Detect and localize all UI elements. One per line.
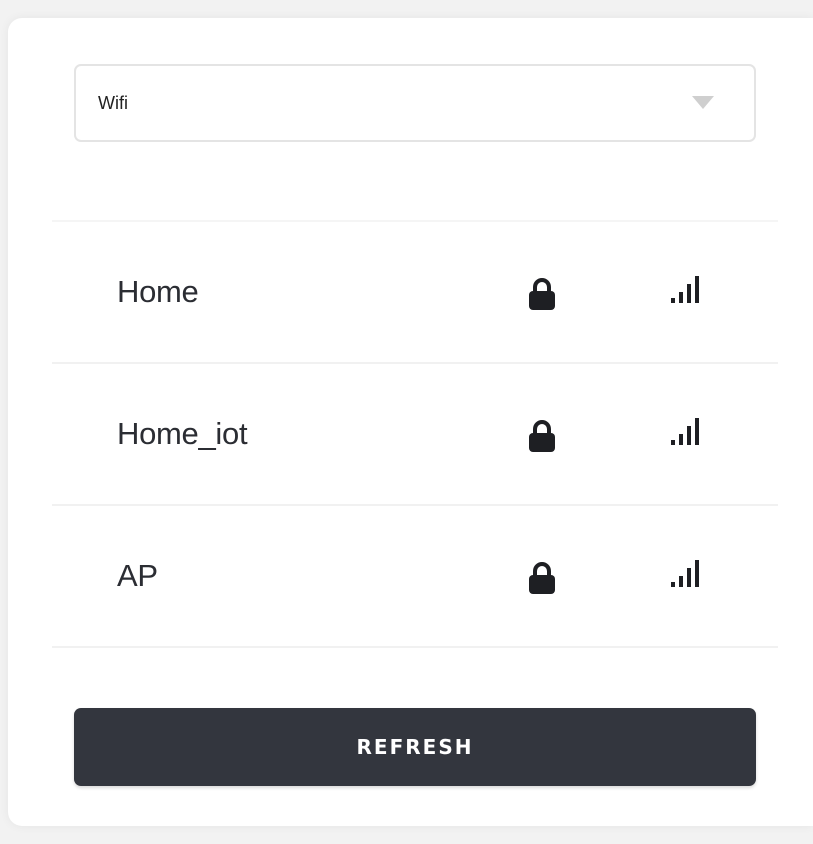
signal-strength-icon	[671, 418, 699, 445]
network-list: Home Home_iot AP	[52, 220, 778, 648]
network-ssid: AP	[117, 558, 158, 593]
signal-strength-icon	[671, 276, 699, 303]
lock-icon	[529, 420, 555, 452]
lock-icon	[529, 562, 555, 594]
wifi-panel: Wifi Home Home_iot AP REFRESH	[8, 18, 813, 826]
network-item[interactable]: Home_iot	[52, 364, 778, 506]
network-item[interactable]: Home	[52, 220, 778, 364]
signal-strength-icon	[671, 560, 699, 587]
network-type-select[interactable]: Wifi	[74, 64, 756, 142]
network-item[interactable]: AP	[52, 506, 778, 648]
chevron-down-icon	[692, 96, 714, 109]
network-ssid: Home_iot	[117, 416, 248, 451]
refresh-button[interactable]: REFRESH	[74, 708, 756, 786]
network-ssid: Home	[117, 274, 199, 309]
network-type-value: Wifi	[98, 93, 128, 113]
lock-icon	[529, 278, 555, 310]
